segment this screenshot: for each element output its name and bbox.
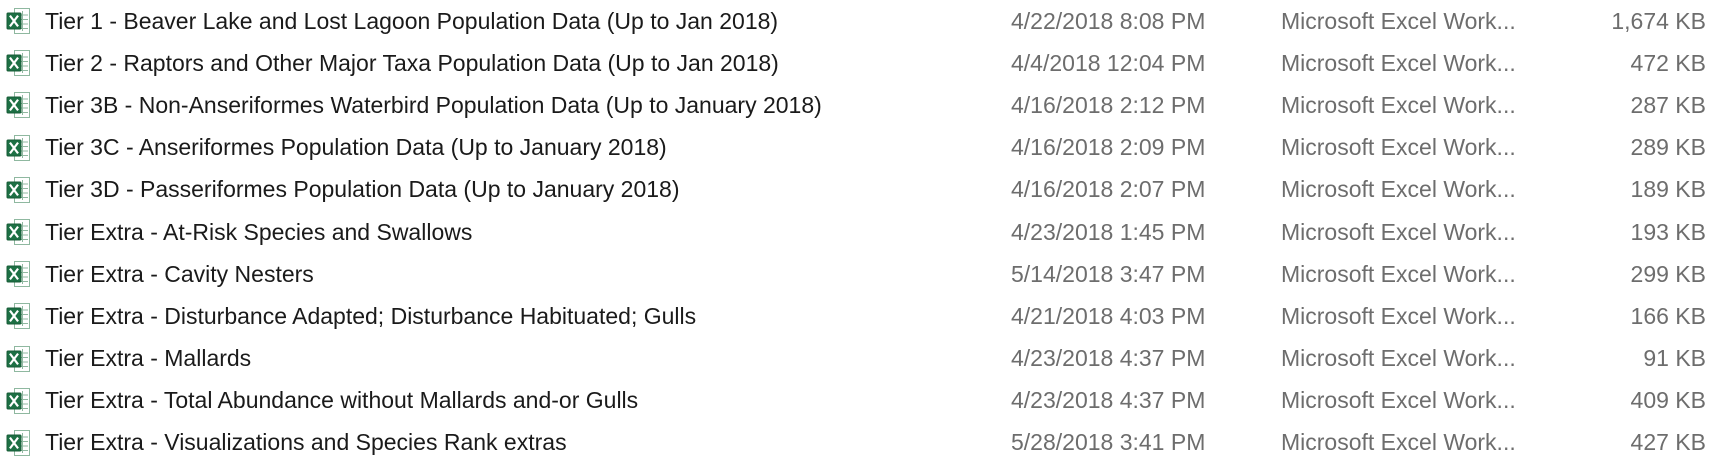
excel-file-icon xyxy=(6,345,31,373)
file-size: 472 KB xyxy=(1630,49,1706,76)
file-size: 427 KB xyxy=(1630,429,1706,456)
file-name[interactable]: Tier Extra - Visualizations and Species … xyxy=(45,429,567,456)
file-size: 166 KB xyxy=(1630,302,1706,329)
file-date-modified: 4/21/2018 4:03 PM xyxy=(1011,302,1206,329)
file-row[interactable]: Tier 3B - Non-Anseriformes Waterbird Pop… xyxy=(0,84,1718,126)
file-date-modified: 5/28/2018 3:41 PM xyxy=(1011,429,1206,456)
file-type: Microsoft Excel Work... xyxy=(1281,7,1516,34)
file-row[interactable]: Tier Extra - Mallards 4/23/2018 4:37 PM … xyxy=(0,338,1718,380)
file-size: 189 KB xyxy=(1630,176,1706,203)
file-size: 289 KB xyxy=(1630,134,1706,161)
file-date-modified: 5/14/2018 3:47 PM xyxy=(1011,260,1206,287)
file-date-modified: 4/22/2018 8:08 PM xyxy=(1011,7,1206,34)
file-date-modified: 4/16/2018 2:07 PM xyxy=(1011,176,1206,203)
excel-file-icon xyxy=(6,218,31,246)
excel-file-icon xyxy=(6,260,31,288)
file-date-modified: 4/16/2018 2:12 PM xyxy=(1011,91,1206,118)
file-type: Microsoft Excel Work... xyxy=(1281,429,1516,456)
file-type: Microsoft Excel Work... xyxy=(1281,345,1516,372)
excel-file-icon xyxy=(6,302,31,330)
excel-file-icon xyxy=(6,134,31,162)
file-type: Microsoft Excel Work... xyxy=(1281,302,1516,329)
file-name[interactable]: Tier 3C - Anseriformes Population Data (… xyxy=(45,134,667,161)
file-row[interactable]: Tier 3C - Anseriformes Population Data (… xyxy=(0,127,1718,169)
file-row[interactable]: Tier 1 - Beaver Lake and Lost Lagoon Pop… xyxy=(0,0,1718,42)
file-name[interactable]: Tier Extra - At-Risk Species and Swallow… xyxy=(45,219,472,246)
excel-file-icon xyxy=(6,7,31,35)
file-type: Microsoft Excel Work... xyxy=(1281,49,1516,76)
file-row[interactable]: Tier Extra - Disturbance Adapted; Distur… xyxy=(0,295,1718,337)
file-row[interactable]: Tier Extra - Cavity Nesters 5/14/2018 3:… xyxy=(0,253,1718,295)
file-name[interactable]: Tier 1 - Beaver Lake and Lost Lagoon Pop… xyxy=(45,8,778,35)
file-date-modified: 4/4/2018 12:04 PM xyxy=(1011,49,1206,76)
file-name[interactable]: Tier 3D - Passeriformes Population Data … xyxy=(45,176,680,203)
file-size: 1,674 KB xyxy=(1611,7,1706,34)
file-name[interactable]: Tier 3B - Non-Anseriformes Waterbird Pop… xyxy=(45,92,822,119)
file-type: Microsoft Excel Work... xyxy=(1281,387,1516,414)
file-date-modified: 4/23/2018 4:37 PM xyxy=(1011,387,1206,414)
file-row[interactable]: Tier Extra - Total Abundance without Mal… xyxy=(0,380,1718,422)
file-type: Microsoft Excel Work... xyxy=(1281,176,1516,203)
file-date-modified: 4/23/2018 4:37 PM xyxy=(1011,345,1206,372)
file-size: 409 KB xyxy=(1630,387,1706,414)
file-size: 91 KB xyxy=(1643,345,1706,372)
excel-file-icon xyxy=(6,176,31,204)
file-size: 287 KB xyxy=(1630,91,1706,118)
file-type: Microsoft Excel Work... xyxy=(1281,218,1516,245)
file-date-modified: 4/16/2018 2:09 PM xyxy=(1011,134,1206,161)
file-row[interactable]: Tier Extra - Visualizations and Species … xyxy=(0,422,1718,464)
file-type: Microsoft Excel Work... xyxy=(1281,260,1516,287)
file-date-modified: 4/23/2018 1:45 PM xyxy=(1011,218,1206,245)
file-type: Microsoft Excel Work... xyxy=(1281,91,1516,118)
excel-file-icon xyxy=(6,429,31,457)
file-name[interactable]: Tier Extra - Mallards xyxy=(45,345,251,372)
file-type: Microsoft Excel Work... xyxy=(1281,134,1516,161)
file-name[interactable]: Tier Extra - Cavity Nesters xyxy=(45,261,314,288)
file-name[interactable]: Tier 2 - Raptors and Other Major Taxa Po… xyxy=(45,50,779,77)
excel-file-icon xyxy=(6,387,31,415)
file-size: 299 KB xyxy=(1630,260,1706,287)
file-size: 193 KB xyxy=(1630,218,1706,245)
file-row[interactable]: Tier 3D - Passeriformes Population Data … xyxy=(0,169,1718,211)
file-row[interactable]: Tier 2 - Raptors and Other Major Taxa Po… xyxy=(0,42,1718,84)
file-list: Tier 1 - Beaver Lake and Lost Lagoon Pop… xyxy=(0,0,1718,464)
excel-file-icon xyxy=(6,91,31,119)
excel-file-icon xyxy=(6,49,31,77)
file-name[interactable]: Tier Extra - Disturbance Adapted; Distur… xyxy=(45,303,696,330)
file-row[interactable]: Tier Extra - At-Risk Species and Swallow… xyxy=(0,211,1718,253)
file-name[interactable]: Tier Extra - Total Abundance without Mal… xyxy=(45,387,638,414)
